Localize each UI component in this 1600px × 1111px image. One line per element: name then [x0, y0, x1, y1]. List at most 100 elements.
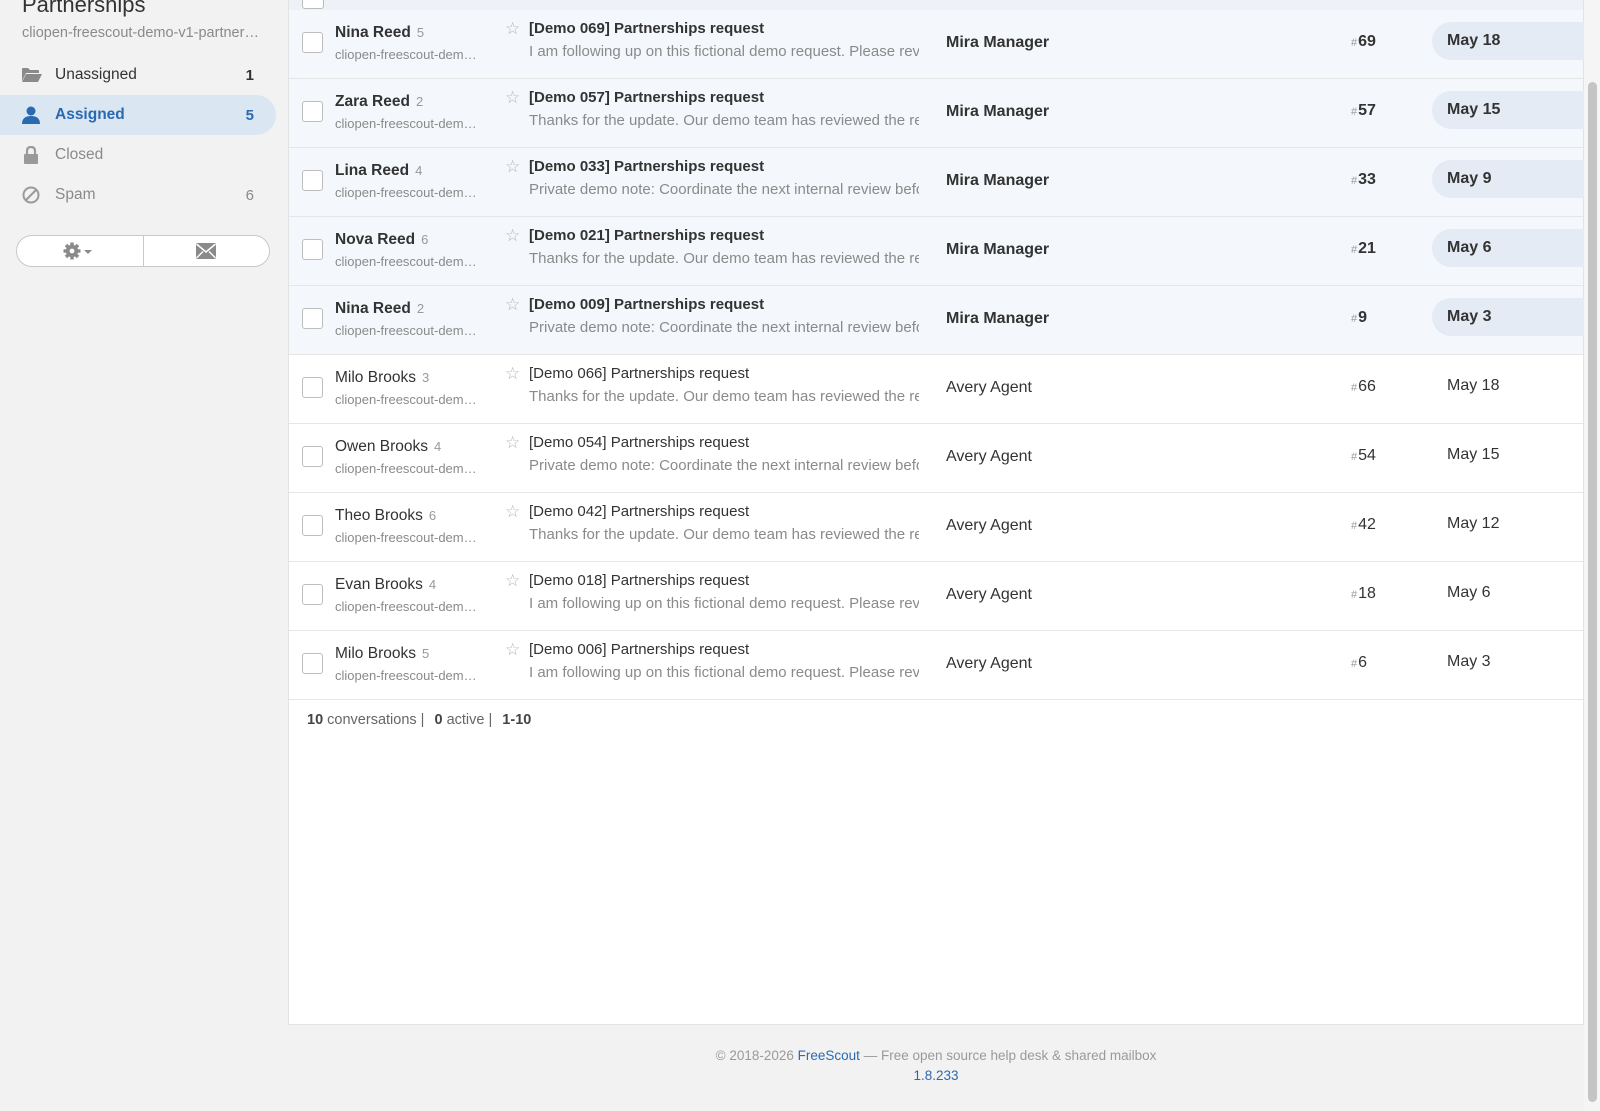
- conversation-number-value: 66: [1358, 378, 1376, 395]
- conversation-number: #9: [1351, 309, 1367, 327]
- customer-email: cliopen-freescout-demo@example.com: [335, 599, 481, 614]
- conversation-subject[interactable]: [Demo 066] Partnerships request: [529, 365, 749, 382]
- folder-unassigned[interactable]: Unassigned 1: [0, 55, 276, 95]
- row-checkbox[interactable]: [302, 377, 323, 398]
- row-checkbox[interactable]: [302, 170, 323, 191]
- caret-down-icon: [83, 250, 92, 254]
- conversation-subject[interactable]: [Demo 009] Partnerships request: [529, 296, 764, 313]
- thread-count: 5: [421, 646, 430, 661]
- customer-name-wrap[interactable]: Nova Reed 6: [335, 231, 428, 249]
- customer-name-wrap[interactable]: Milo Brooks 5: [335, 645, 429, 663]
- mailbox-title[interactable]: Partnerships: [22, 0, 146, 18]
- customer-email: cliopen-freescout-demo@example.com: [335, 668, 481, 683]
- settings-dropdown-button[interactable]: [17, 236, 143, 266]
- conversation-row[interactable]: Nova Reed 6 cliopen-freescout-demo@example…: [289, 217, 1600, 286]
- customer-name: Lina Reed: [335, 162, 410, 179]
- conversation-date: May 12: [1447, 515, 1500, 532]
- folder-spam[interactable]: Spam 6: [0, 175, 276, 215]
- row-checkbox[interactable]: [302, 32, 323, 53]
- user-icon: [21, 106, 41, 124]
- folder-assigned[interactable]: Assigned 5: [0, 95, 276, 135]
- conversation-subject[interactable]: [Demo 042] Partnerships request: [529, 503, 749, 520]
- thread-count: 4: [428, 577, 437, 592]
- envelope-icon: [196, 243, 217, 259]
- customer-email: cliopen-freescout-demo@example.com: [335, 116, 481, 131]
- star-icon[interactable]: ☆: [505, 88, 520, 108]
- conversation-row[interactable]: Milo Brooks 5 cliopen-freescout-demo@examp…: [289, 631, 1583, 700]
- hash-icon: #: [1351, 658, 1358, 670]
- customer-email: cliopen-freescout-demo@example.com: [335, 47, 481, 62]
- version-link[interactable]: 1.8.233: [288, 1068, 1584, 1083]
- customer-name-wrap[interactable]: Evan Brooks 4: [335, 576, 436, 594]
- conversation-subject[interactable]: [Demo 006] Partnerships request: [529, 641, 749, 658]
- star-icon[interactable]: ☆: [505, 19, 520, 39]
- row-checkbox[interactable]: [302, 584, 323, 605]
- star-icon[interactable]: ☆: [505, 433, 520, 453]
- conversation-subject[interactable]: [Demo 069] Partnerships request: [529, 20, 764, 37]
- conversation-subject[interactable]: [Demo 057] Partnerships request: [529, 89, 764, 106]
- row-checkbox[interactable]: [302, 239, 323, 260]
- conversation-row[interactable]: Owen Brooks 4 cliopen-freescout-demo@examp…: [289, 424, 1583, 493]
- thread-count: 6: [421, 232, 429, 247]
- row-checkbox[interactable]: [302, 653, 323, 674]
- star-icon[interactable]: ☆: [505, 640, 520, 660]
- customer-name: Theo Brooks: [335, 507, 423, 524]
- compose-button[interactable]: [142, 236, 270, 266]
- star-icon[interactable]: ☆: [505, 226, 520, 246]
- row-checkbox[interactable]: [302, 308, 323, 329]
- customer-name: Evan Brooks: [335, 576, 423, 593]
- conversation-date: May 9: [1432, 160, 1600, 198]
- conversation-row[interactable]: Zara Reed 2 cliopen-freescout-demo@example…: [289, 79, 1600, 148]
- conversation-panel: Nina Reed 5 cliopen-freescout-demo@example…: [288, 0, 1600, 1025]
- conversation-date: May 6: [1432, 229, 1600, 267]
- conversation-row[interactable]: Nina Reed 2 cliopen-freescout-demo@example…: [289, 286, 1600, 355]
- assignee: Avery Agent: [946, 379, 1032, 396]
- scrollbar-thumb[interactable]: [1588, 82, 1597, 1102]
- customer-name-wrap[interactable]: Zara Reed 2: [335, 93, 423, 111]
- customer-name-wrap[interactable]: Theo Brooks 6: [335, 507, 436, 525]
- customer-email: cliopen-freescout-demo@example.com: [335, 392, 481, 407]
- thread-count: 5: [416, 25, 425, 40]
- star-icon[interactable]: ☆: [505, 502, 520, 522]
- conversation-number: #57: [1351, 102, 1376, 120]
- ban-icon: [21, 186, 41, 204]
- conversation-row[interactable]: Lina Reed 4 cliopen-freescout-demo@example…: [289, 148, 1600, 217]
- customer-name: Zara Reed: [335, 93, 410, 110]
- thread-count: 4: [415, 163, 423, 178]
- conversation-row[interactable]: Nina Reed 5 cliopen-freescout-demo@example…: [289, 10, 1600, 79]
- conversation-number-value: 54: [1358, 447, 1376, 464]
- customer-name-wrap[interactable]: Nina Reed 2: [335, 300, 424, 318]
- conversation-row[interactable]: Evan Brooks 4 cliopen-freescout-demo@examp…: [289, 562, 1583, 631]
- conversation-subject[interactable]: [Demo 033] Partnerships request: [529, 158, 764, 175]
- conversation-subject[interactable]: [Demo 021] Partnerships request: [529, 227, 764, 244]
- conversation-row[interactable]: Milo Brooks 3 cliopen-freescout-demo@examp…: [289, 355, 1583, 424]
- assignee: Mira Manager: [946, 34, 1050, 51]
- star-icon[interactable]: ☆: [505, 571, 520, 591]
- row-checkbox[interactable]: [302, 101, 323, 122]
- conversation-preview: Thanks for the update. Our demo team has…: [529, 388, 919, 405]
- customer-email: cliopen-freescout-demo@example.com: [335, 254, 481, 269]
- row-checkbox[interactable]: [302, 515, 323, 536]
- conversation-date: May 3: [1447, 653, 1491, 670]
- scrollbar[interactable]: [1584, 0, 1600, 1111]
- hash-icon: #: [1351, 37, 1358, 49]
- star-icon[interactable]: ☆: [505, 295, 520, 315]
- customer-name-wrap[interactable]: Nina Reed 5: [335, 24, 424, 42]
- select-all-checkbox[interactable]: [302, 0, 324, 9]
- customer-name-wrap[interactable]: Lina Reed 4: [335, 162, 422, 180]
- star-icon[interactable]: ☆: [505, 364, 520, 384]
- conversation-number: #42: [1351, 516, 1376, 534]
- conversation-row[interactable]: Theo Brooks 6 cliopen-freescout-demo@examp…: [289, 493, 1583, 562]
- row-checkbox[interactable]: [302, 446, 323, 467]
- star-icon[interactable]: ☆: [505, 157, 520, 177]
- customer-name: Nina Reed: [335, 24, 411, 41]
- customer-name-wrap[interactable]: Owen Brooks 4: [335, 438, 441, 456]
- customer-name-wrap[interactable]: Milo Brooks 3: [335, 369, 429, 387]
- freescout-link[interactable]: FreeScout: [798, 1048, 860, 1063]
- conversation-date: May 3: [1432, 298, 1600, 336]
- conversation-number-value: 42: [1358, 516, 1376, 533]
- folder-closed[interactable]: Closed: [0, 135, 276, 175]
- conversation-subject[interactable]: [Demo 018] Partnerships request: [529, 572, 749, 589]
- assignee: Avery Agent: [946, 517, 1032, 534]
- conversation-subject[interactable]: [Demo 054] Partnerships request: [529, 434, 749, 451]
